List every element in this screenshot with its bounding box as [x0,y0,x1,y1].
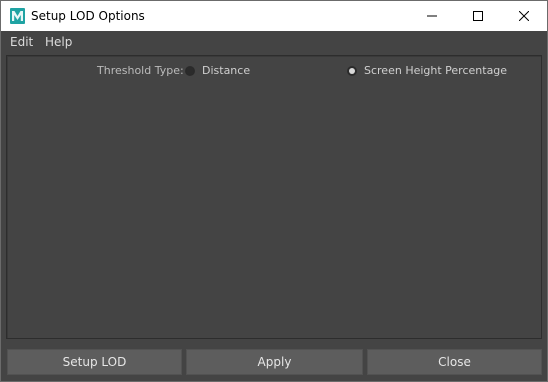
maya-logo-icon [10,8,25,24]
options-panel: Threshold Type: Distance Screen Height P… [6,55,542,339]
close-icon [519,11,529,21]
window-title: Setup LOD Options [31,9,145,23]
setup-lod-options-window: Setup LOD Options Edit Help Threshold Ty… [0,0,548,382]
screen-height-percentage-radio[interactable] [347,66,357,76]
menu-help[interactable]: Help [45,35,72,49]
menu-bar: Edit Help [1,31,547,53]
maximize-icon [473,11,483,21]
close-button[interactable]: Close [367,349,542,375]
distance-radio[interactable] [185,66,195,76]
minimize-icon [427,15,437,17]
close-window-button[interactable] [501,1,547,31]
apply-button[interactable]: Apply [186,349,363,375]
screen-height-percentage-radio-label[interactable]: Screen Height Percentage [364,64,507,78]
title-bar[interactable]: Setup LOD Options [1,1,547,31]
setup-lod-button[interactable]: Setup LOD [7,349,182,375]
distance-radio-label[interactable]: Distance [202,64,250,78]
menu-edit[interactable]: Edit [10,35,33,49]
maximize-button[interactable] [455,1,501,31]
threshold-type-label: Threshold Type: [97,64,184,77]
minimize-button[interactable] [409,1,455,31]
